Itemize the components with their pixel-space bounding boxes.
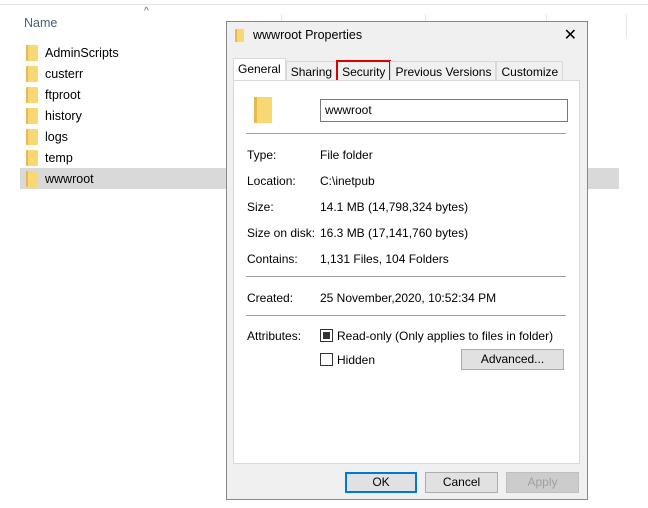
location-value: C:\inetpub [320,174,375,188]
tab-general[interactable]: General [233,58,286,81]
checkbox-icon[interactable] [320,353,333,366]
item-name: logs [45,129,68,144]
dialog-title: wwwroot Properties [253,28,363,42]
item-name: custerr [45,66,84,81]
close-icon[interactable]: ✕ [564,25,577,45]
tab-previous-versions[interactable]: Previous Versions [390,61,497,81]
item-name: ftproot [45,87,81,102]
ok-button[interactable]: OK [345,472,417,493]
divider [246,315,566,316]
contains-label: Contains: [247,252,298,266]
size-value: 14.1 MB (14,798,324 bytes) [320,200,469,214]
hidden-checkbox[interactable]: Hidden [320,353,375,367]
type-value: File folder [320,148,373,162]
sort-ascending-icon: ^ [144,6,149,17]
item-name: wwwroot [45,171,94,186]
divider [0,4,648,5]
attributes-label: Attributes: [247,329,302,343]
column-header-name[interactable]: Name [24,16,57,30]
general-panel: wwwroot Type: File folder Location: C:\i… [233,80,580,464]
folder-icon [26,86,38,103]
checkbox-indeterminate-icon[interactable] [320,329,333,342]
dialog-title-bar: wwwroot Properties [235,28,362,42]
folder-icon [26,107,38,124]
location-label: Location: [247,174,296,188]
folder-icon [26,65,38,82]
contains-value: 1,131 Files, 104 Folders [320,252,449,266]
tab-bar: General Sharing Security Previous Versio… [233,58,564,82]
readonly-label: Read-only (Only applies to files in fold… [337,329,554,343]
folder-icon [26,170,38,187]
folder-icon [235,28,244,42]
size-label: Size: [247,200,274,214]
type-label: Type: [247,148,277,162]
folder-icon [26,128,38,145]
created-label: Created: [247,291,294,305]
item-name: temp [45,150,73,165]
size-on-disk-label: Size on disk: [247,226,316,240]
created-value: 25 November,2020, 10:52:34 PM [320,291,497,305]
cancel-button[interactable]: Cancel [425,472,498,493]
properties-dialog: wwwroot Properties ✕ General Sharing Sec… [226,21,588,500]
apply-button[interactable]: Apply [506,472,579,493]
folder-icon [26,149,38,166]
tab-security[interactable]: Security [336,60,392,82]
folder-icon [254,97,272,123]
item-name: AdminScripts [45,45,119,60]
tab-customize[interactable]: Customize [496,61,564,81]
folder-name-input[interactable]: wwwroot [320,99,568,122]
divider [246,276,566,277]
size-on-disk-value: 16.3 MB (17,141,760 bytes) [320,226,469,240]
divider [246,133,566,134]
folder-icon [26,44,38,61]
column-divider[interactable] [626,14,627,38]
item-name: history [45,108,82,123]
advanced-button[interactable]: Advanced... [461,349,564,370]
tab-sharing[interactable]: Sharing [285,61,338,81]
hidden-label: Hidden [337,353,376,367]
readonly-checkbox[interactable]: Read-only (Only applies to files in fold… [320,329,553,343]
